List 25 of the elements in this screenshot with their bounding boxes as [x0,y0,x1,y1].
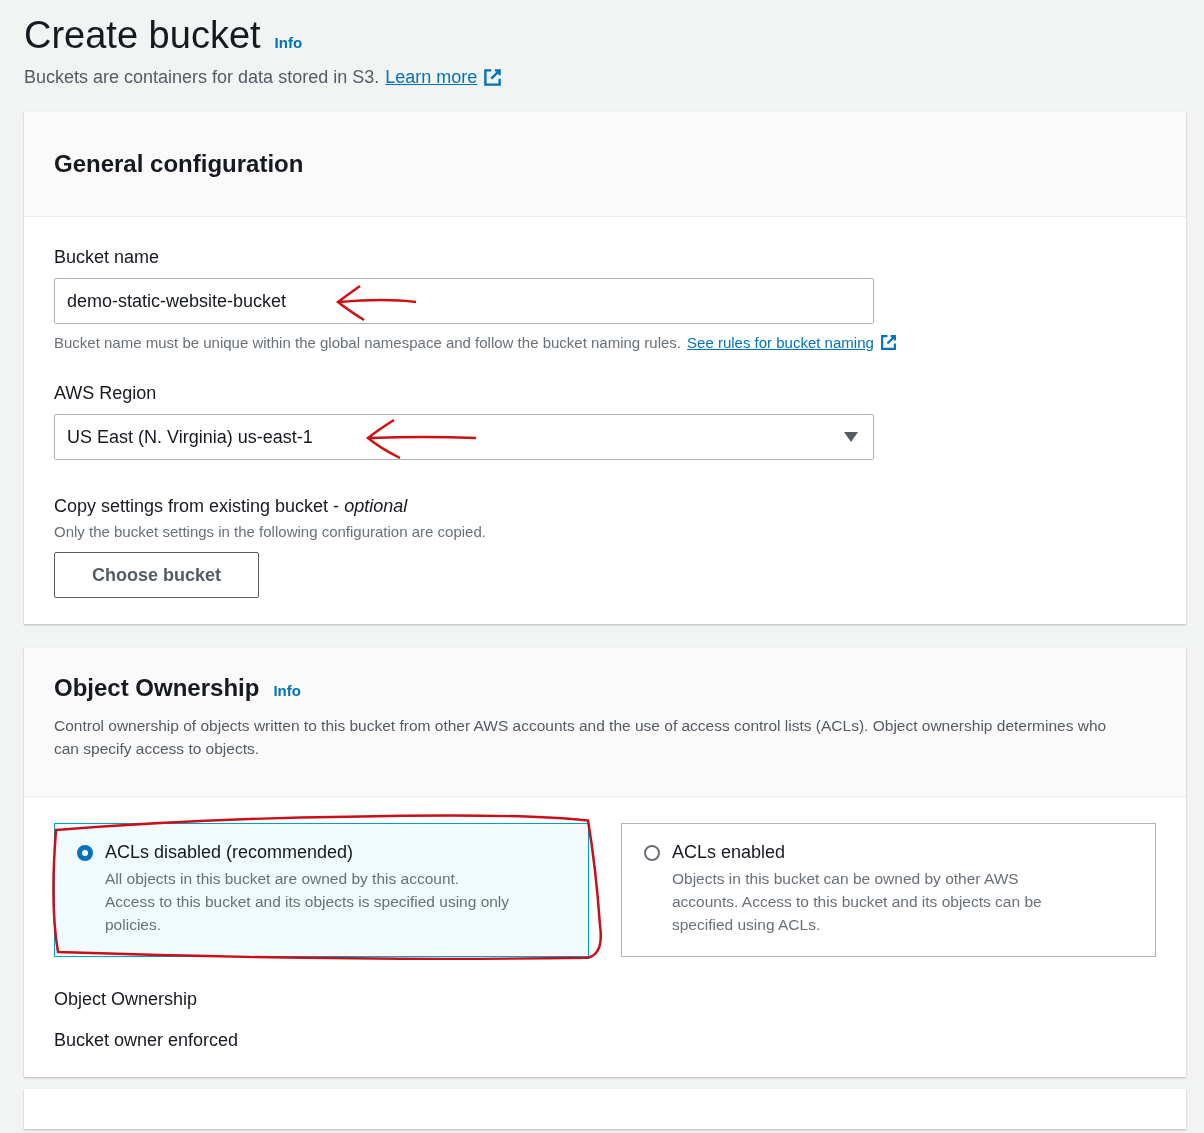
field-value: Bucket owner enforced [54,1030,240,1051]
learn-more-link[interactable]: Learn more [385,67,478,88]
field-label: AWS Region [54,383,158,404]
field-label: Bucket name [54,247,161,268]
info-link[interactable]: Info [274,34,303,51]
section-description: Control ownership of objects written to this bucket from other AWS accounts and the use of access control lists (ACLs). Object ownership determines who can specify access to objects. [54,716,1108,759]
page-description: Buckets are containers for data stored in S3. [24,67,380,88]
section-title: Object Ownership [54,674,260,702]
ownership-option[interactable]: ACLs enabled Objects in this bucket can be owned by other AWS accounts. Access to this bucket and its objects can be specified using ACLs. [621,823,1156,957]
option-description: All objects in this bucket are owned by this account. Access to this bucket and its objects is specified using only policies. [105,869,510,935]
naming-rules-link[interactable]: See rules for bucket naming [687,334,874,351]
field-label: Copy settings from existing bucket - optional [54,496,409,517]
region-select[interactable]: US East (N. Virginia) us-east-1 [54,414,874,460]
option-label: ACLs enabled [672,842,787,863]
field-label: Object Ownership [54,989,199,1010]
choose-bucket-button[interactable]: Choose bucket [54,552,259,598]
info-link[interactable]: Info [273,682,301,699]
option-description: Objects in this bucket can be owned by other AWS accounts. Access to this bucket and its objects can be specified using ACLs. [672,869,1043,935]
section-title: General configuration [54,150,305,178]
bucket-name-field[interactable]: demo-static-website-bucket [54,278,874,324]
page-title: Create bucket [24,14,261,57]
field-hint: Only the bucket settings in the following configuration are copied. [54,523,487,540]
ownership-option[interactable]: ACLs disabled (recommended) All objects in this bucket are owned by this account. Access to this bucket and its objects is specified using only policies. [54,823,589,957]
option-label: ACLs disabled (recommended) [105,842,355,863]
field-hint: Bucket name must be unique within the global namespace and follow the bucket naming rules. [54,334,682,351]
